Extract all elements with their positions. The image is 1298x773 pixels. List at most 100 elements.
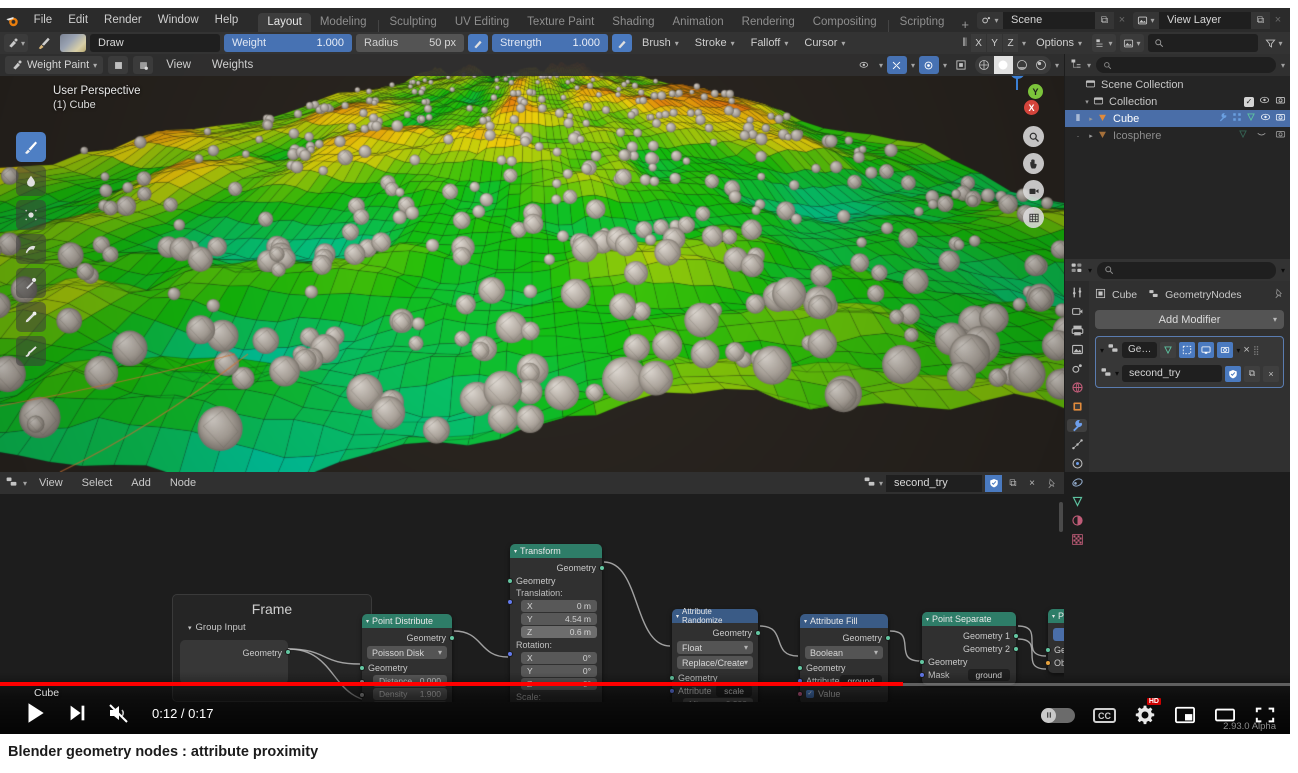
- fake-user-icon[interactable]: [985, 474, 1002, 492]
- modifier-name-field[interactable]: Ge…: [1122, 342, 1158, 358]
- properties-tab-output[interactable]: [1067, 324, 1087, 337]
- eye-closed-icon[interactable]: [1256, 129, 1267, 142]
- symmetry-z-button[interactable]: Z: [1003, 34, 1019, 52]
- camera-view-icon[interactable]: [1023, 180, 1044, 201]
- outliner-row-scene-collection[interactable]: Scene Collection: [1065, 76, 1290, 93]
- output-geometry1-row[interactable]: Geometry 1: [922, 629, 1019, 642]
- radius-pressure-toggle[interactable]: [468, 34, 489, 52]
- restrict-select-icon[interactable]: ⦀: [1071, 113, 1085, 124]
- modifier-expand-icon[interactable]: ▾: [1100, 346, 1104, 355]
- scene-selector[interactable]: ▾ Scene ⧉ ×: [977, 11, 1130, 29]
- add-modifier-button[interactable]: Add Modifier ▾: [1095, 310, 1284, 329]
- output-geometry-row[interactable]: Geometry: [800, 631, 891, 644]
- unlink-icon[interactable]: ×: [1024, 475, 1040, 492]
- collapse-icon[interactable]: ▾: [926, 616, 929, 623]
- radius-slider[interactable]: Radius 50 px: [356, 34, 465, 52]
- scene-icon[interactable]: ▾: [977, 11, 1003, 29]
- output-geometry-row[interactable]: Geometry: [362, 631, 455, 644]
- chevron-down-icon[interactable]: ▾: [911, 61, 915, 70]
- camera-icon[interactable]: [1275, 129, 1286, 142]
- socket-geometry-in[interactable]: [797, 665, 803, 671]
- toggle-xray-icon[interactable]: [951, 56, 971, 74]
- breadcrumb-modifier-label[interactable]: GeometryNodes: [1165, 289, 1241, 301]
- outliner-editor-icon[interactable]: [1070, 58, 1082, 73]
- properties-tab-world[interactable]: [1067, 381, 1087, 394]
- group-input-output-row[interactable]: Geometry: [242, 646, 291, 659]
- play-button[interactable]: [22, 700, 48, 726]
- view-layer-icon[interactable]: ▾: [1133, 11, 1159, 29]
- node-header[interactable]: ▾ Attribute Randomize: [672, 607, 758, 625]
- data-type-dropdown[interactable]: Boolean ▾: [805, 646, 883, 659]
- tab-rendering[interactable]: Rendering: [733, 13, 804, 32]
- pin-icon[interactable]: [1273, 288, 1284, 302]
- rotation-x-field[interactable]: X 0°: [521, 652, 597, 664]
- sample-weight-tool-button[interactable]: [16, 302, 46, 332]
- shading-solid-icon[interactable]: [993, 56, 1013, 74]
- disclosure-icon[interactable]: ▸: [1085, 132, 1097, 140]
- socket-geometry2-out[interactable]: [1013, 646, 1019, 652]
- object-icon[interactable]: [1095, 288, 1106, 302]
- autoplay-toggle[interactable]: [1041, 707, 1075, 723]
- properties-tab-render[interactable]: [1067, 305, 1087, 318]
- on-cage-toggle[interactable]: [1160, 342, 1177, 358]
- falloff-dropdown[interactable]: Falloff ▾: [745, 34, 795, 52]
- viewport-menu-weights[interactable]: Weights: [204, 54, 261, 77]
- node-header[interactable]: ▾ P…: [1048, 609, 1064, 623]
- outliner-filter-chevron-icon[interactable]: ▾: [1281, 61, 1285, 70]
- socket-geometry-out[interactable]: [599, 565, 605, 571]
- breadcrumb-object-label[interactable]: Cube: [1112, 289, 1137, 301]
- fake-user-icon[interactable]: [1225, 365, 1241, 382]
- stroke-dropdown[interactable]: Stroke ▾: [689, 34, 741, 52]
- outliner-row-collection[interactable]: ▾ Collection ✓: [1065, 93, 1290, 110]
- properties-tab-physics[interactable]: [1067, 457, 1087, 470]
- modifier-wrench-icon[interactable]: [1218, 112, 1228, 125]
- translation-z-field[interactable]: Z 0.6 m: [521, 626, 597, 638]
- menu-render[interactable]: Render: [96, 8, 150, 32]
- properties-editor-icon[interactable]: [1070, 261, 1083, 279]
- properties-tab-material[interactable]: [1067, 514, 1087, 527]
- chevron-down-icon[interactable]: ▾: [1055, 61, 1059, 70]
- tab-scripting[interactable]: Scripting: [891, 13, 954, 32]
- render-display-toggle[interactable]: [1217, 342, 1234, 358]
- symmetry-x-button[interactable]: X: [971, 34, 987, 52]
- properties-tab-tool[interactable]: [1067, 286, 1087, 299]
- realtime-display-toggle[interactable]: [1198, 342, 1215, 358]
- 3d-viewport[interactable]: Weight Paint ▾ View Weights ▾ ▾ ▾ ▾ User…: [0, 54, 1064, 472]
- disclosure-icon[interactable]: ▸: [1085, 115, 1097, 123]
- settings-button[interactable]: HD: [1134, 698, 1161, 726]
- socket-geometry-out[interactable]: [285, 649, 291, 655]
- chevron-down-icon[interactable]: ▾: [23, 479, 27, 488]
- mode-selector[interactable]: Weight Paint ▾: [5, 56, 104, 74]
- visibility-selector-icon[interactable]: [855, 56, 875, 74]
- camera-icon[interactable]: [1275, 95, 1286, 108]
- weight-paint-tool-icon[interactable]: ▾: [4, 34, 29, 52]
- collapse-icon[interactable]: ▾: [804, 618, 807, 625]
- remove-view-layer-button[interactable]: ×: [1270, 12, 1286, 29]
- disclosure-icon[interactable]: ▾: [1081, 98, 1093, 106]
- blur-tool-button[interactable]: [16, 166, 46, 196]
- gradient-tool-button[interactable]: [16, 268, 46, 298]
- properties-tab-data[interactable]: [1067, 495, 1087, 508]
- tab-texture-paint[interactable]: Texture Paint: [518, 13, 603, 32]
- modifier-close-icon[interactable]: ×: [1243, 344, 1249, 356]
- tab-shading[interactable]: Shading: [603, 13, 663, 32]
- socket-geometry-out[interactable]: [449, 635, 455, 641]
- pin-icon[interactable]: [1043, 475, 1059, 492]
- node-header[interactable]: ▾ Attribute Fill: [800, 614, 888, 628]
- eye-icon[interactable]: [1260, 112, 1271, 125]
- next-video-button[interactable]: [66, 702, 88, 724]
- outliner-editor[interactable]: ▾ ▾ Scene Collection ▾ Collection ✓ ⦀ ▸ …: [1065, 54, 1290, 259]
- chevron-down-icon[interactable]: ▾: [1022, 39, 1026, 48]
- annotate-tool-button[interactable]: [16, 336, 46, 366]
- tab-compositing[interactable]: Compositing: [804, 13, 886, 32]
- subtitles-button[interactable]: CC: [1093, 707, 1116, 723]
- outliner-display-mode-icon[interactable]: ▾: [1092, 34, 1116, 52]
- translation-y-field[interactable]: Y 4.54 m: [521, 613, 597, 625]
- node-header[interactable]: ▾ Point Distribute: [362, 614, 452, 628]
- input-object-row[interactable]: Ob…: [1045, 656, 1064, 669]
- camera-icon[interactable]: [1275, 112, 1286, 125]
- properties-filter-chevron-icon[interactable]: ▾: [1281, 266, 1285, 275]
- new-scene-icon[interactable]: ⧉: [1095, 11, 1114, 29]
- input-geometry-row[interactable]: Geometry: [919, 655, 1016, 668]
- operation-dropdown[interactable]: Replace/Create ▾: [677, 656, 753, 669]
